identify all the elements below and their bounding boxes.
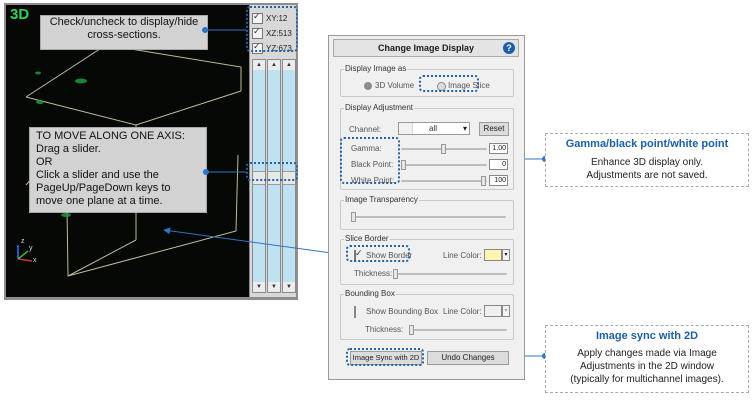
black-point-input[interactable]: 0 [489,159,508,170]
connector-dot [203,169,209,175]
transparency-slider-thumb[interactable] [351,212,356,222]
show-bounding-box-label: Show Bounding Box [366,307,439,316]
show-border-highlight [346,245,410,262]
slice-thickness-slider[interactable] [393,273,507,275]
dialog-title-bar: Change Image Display ? [333,39,519,57]
black-point-slider[interactable] [401,164,487,166]
group-title: Slice Border [344,234,390,243]
reset-button[interactable]: Reset [479,122,509,136]
white-point-slider-thumb[interactable] [481,176,486,186]
gamma-info-box: Gamma/black point/white point Enhance 3D… [545,133,749,187]
sync-info-line: Adjustments in the 2D window [580,361,714,372]
image-sync-highlight [346,348,424,366]
sync-info-line: Apply changes made via Image [577,348,717,359]
group-title: Display Adjustment [344,103,415,112]
black-point-slider-thumb[interactable] [401,160,406,170]
dialog-title: Change Image Display [377,43,475,53]
volume-radio-label: 3D Volume [375,81,415,90]
show-bounding-box-checkbox[interactable] [354,306,356,318]
gamma-info-title: Gamma/black point/white point [565,138,729,150]
chevron-down-icon[interactable]: ▾ [502,249,510,261]
group-title: Display Image as [344,64,408,73]
chevron-down-icon[interactable]: ▾ [502,305,510,317]
adjustment-labels-highlight [340,137,400,184]
channel-label: Channel: [349,125,382,134]
bbox-thickness-label: Thickness: [365,325,404,334]
gamma-slider-thumb[interactable] [441,144,446,154]
volume-radio[interactable] [364,82,372,90]
bbox-thickness-slider[interactable] [409,329,507,331]
gamma-input[interactable]: 1.00 [489,143,508,154]
image-transparency-group: Image Transparency [340,195,514,230]
slice-line-color-label: Line Color: [443,251,482,260]
channel-select[interactable]: all ▾ [398,122,470,135]
sync-info-title: Image sync with 2D [595,330,699,342]
group-title: Bounding Box [344,289,396,298]
group-title: Image Transparency [344,195,419,204]
chevron-down-icon: ▾ [462,124,467,133]
slice-thickness-thumb[interactable] [393,269,398,279]
gamma-info-line: Adjustments are not saved. [586,170,708,181]
bbox-line-color-label: Line Color: [443,307,482,316]
bbox-thickness-thumb[interactable] [409,325,414,335]
image-slice-highlight [419,75,479,92]
help-icon[interactable]: ? [503,42,515,54]
channel-swatch [399,123,413,134]
bounding-box-group: Bounding Box Show Bounding Box Line Colo… [340,289,514,340]
undo-changes-button[interactable]: Undo Changes [427,351,509,365]
transparency-slider[interactable] [351,216,506,218]
bbox-line-color-swatch[interactable] [484,305,502,317]
channel-value: all [429,124,438,133]
slice-line-color-swatch[interactable] [484,249,502,261]
white-point-input[interactable]: 100 [489,175,508,186]
sync-info-box: Image sync with 2D Apply changes made vi… [545,325,749,393]
gamma-info-line: Enhance 3D display only. [590,157,704,168]
slice-thickness-label: Thickness: [354,269,393,278]
sync-info-line: (typically for multichannel images). [570,374,724,385]
white-point-slider[interactable] [401,180,487,182]
connector-dot [202,27,208,33]
